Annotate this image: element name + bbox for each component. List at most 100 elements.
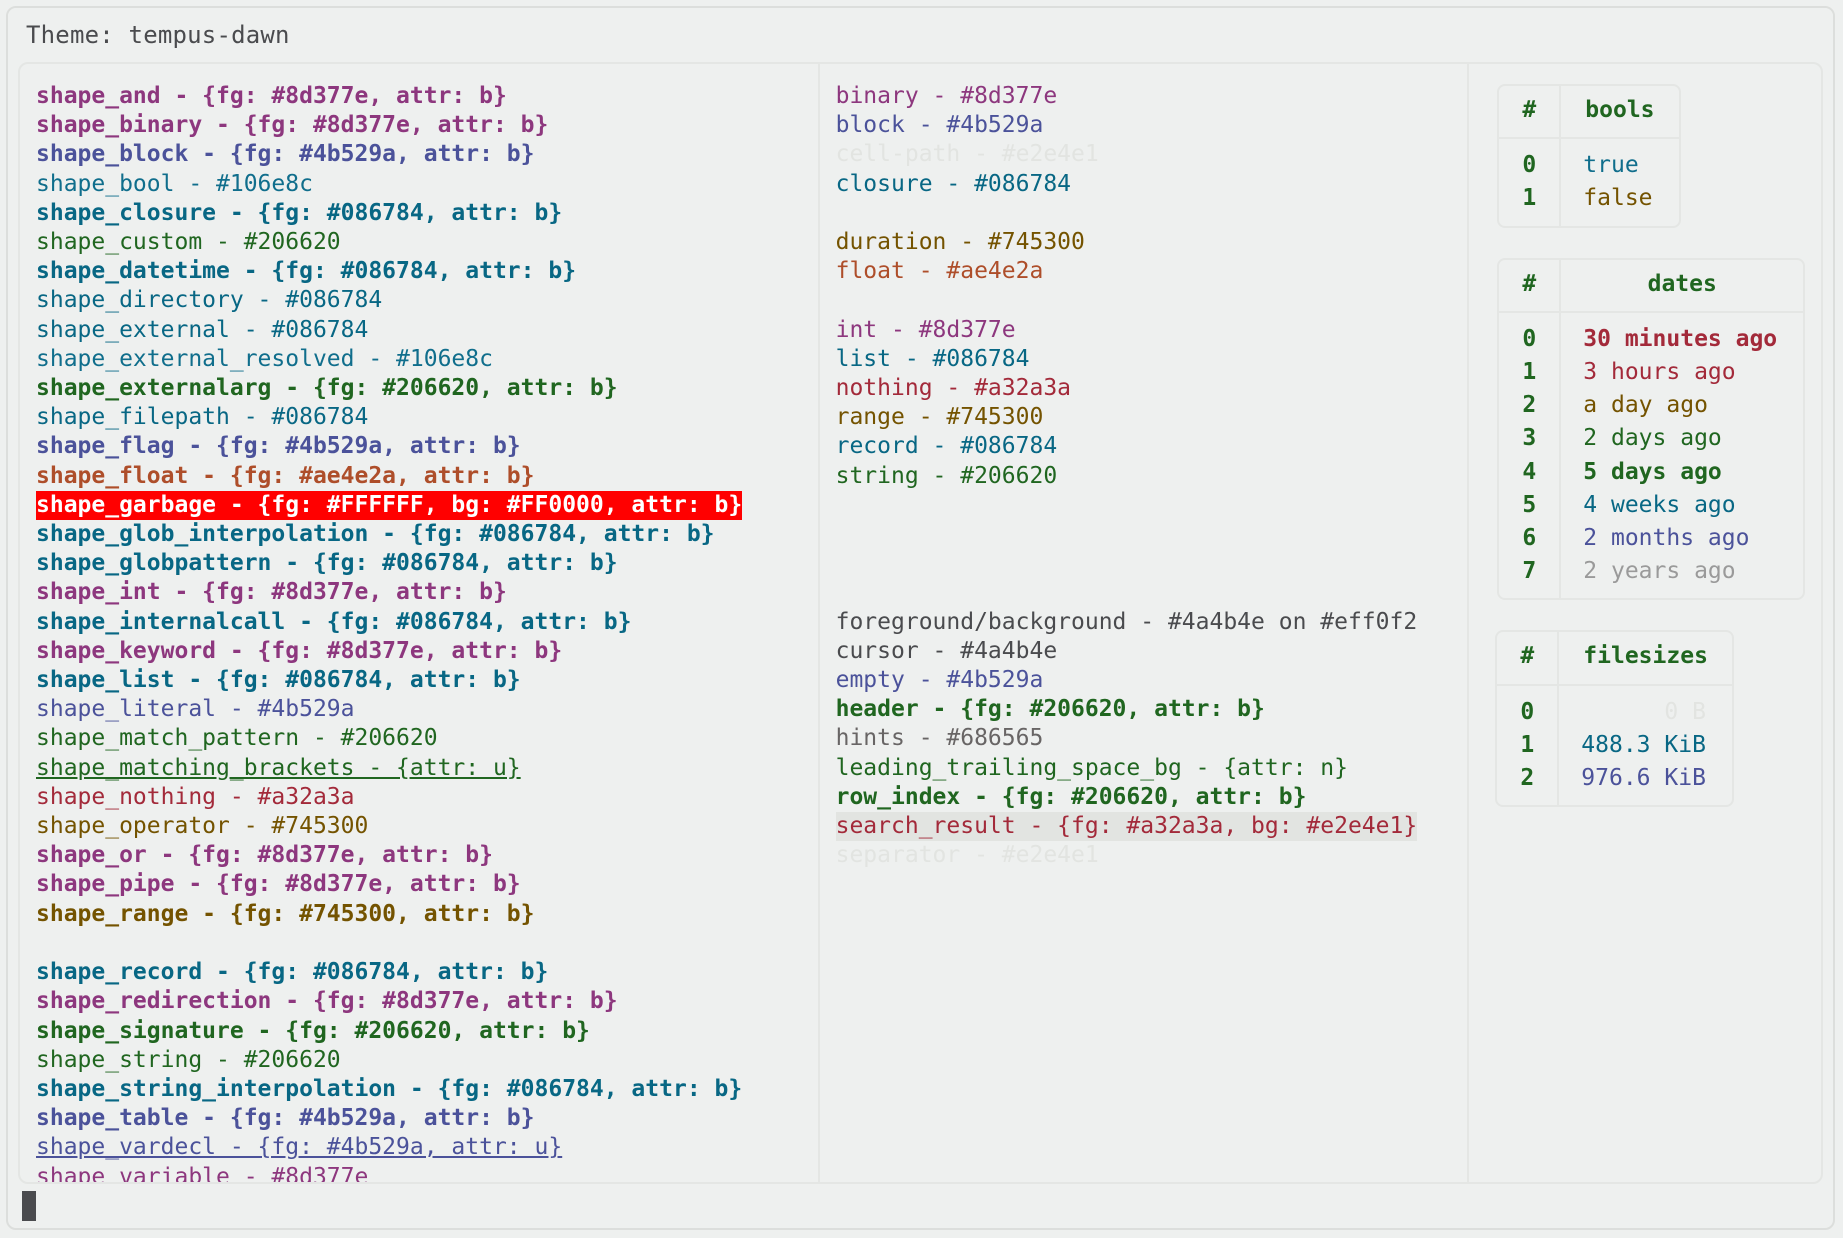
theme-entry-line: shape_block - {fg: #4b529a, attr: b}: [36, 141, 535, 168]
theme-entry-line: shape_external_resolved - #106e8c: [36, 345, 493, 372]
theme-content-area: shape_and - {fg: #8d377e, attr: b} shape_…: [18, 62, 1823, 1184]
cell-bools-value: true: [1583, 152, 1639, 179]
row-index: 0: [1499, 138, 1562, 183]
theme-entry-line: shape_record - {fg: #086784, attr: b}: [36, 959, 549, 986]
cell-dates-value: 30 minutes ago: [1583, 325, 1778, 352]
cell-dates-value: 5 days ago: [1583, 458, 1722, 485]
theme-entry-line: separator - #e2e4e1: [835, 842, 1099, 869]
row-index: 0: [1497, 684, 1560, 729]
column-header-index: #: [1499, 259, 1562, 313]
theme-entry-line: shape_list - {fg: #086784, attr: b}: [36, 667, 521, 694]
cell-filesizes-value: 488.3 KiB: [1581, 731, 1706, 758]
theme-entry-line: shape_table - {fg: #4b529a, attr: b}: [36, 1105, 535, 1132]
theme-entry-line: nothing - #a32a3a: [835, 375, 1072, 402]
theme-entry-line: shape_externalarg - {fg: #206620, attr: …: [36, 375, 618, 402]
theme-entry-line: shape_flag - {fg: #4b529a, attr: b}: [36, 433, 521, 460]
row-index: 1: [1499, 182, 1562, 226]
status-bar: [18, 1186, 318, 1226]
row-index: 6: [1499, 522, 1562, 556]
theme-entry-line: shape_datetime - {fg: #086784, attr: b}: [36, 258, 577, 285]
theme-entry-line: shape_signature - {fg: #206620, attr: b}: [36, 1017, 590, 1044]
theme-entry-line: row_index - {fg: #206620, attr: b}: [835, 783, 1307, 810]
theme-entry-line: shape_and - {fg: #8d377e, attr: b}: [36, 83, 507, 109]
cell-bools-value: false: [1583, 185, 1653, 212]
table-row: 5 4 weeks ago: [1499, 488, 1803, 523]
theme-entry-line: shape_operator - #745300: [36, 813, 369, 840]
cell-filesizes-value: 976.6 KiB: [1581, 765, 1706, 792]
table-row: 6 2 months ago: [1499, 522, 1803, 556]
column-header-bools: bools: [1560, 86, 1679, 140]
theme-entry-line: float - #ae4e2a: [835, 258, 1044, 285]
row-index: 1: [1499, 356, 1562, 390]
theme-entry-line: foreground/background - #4a4b4e on #eff0…: [835, 608, 1418, 635]
theme-entry-line: shape_redirection - {fg: #8d377e, attr: …: [36, 988, 618, 1015]
theme-entry-line: closure - #086784: [835, 170, 1072, 197]
column-header-index: #: [1497, 632, 1560, 686]
cell-dates-value: 2 months ago: [1583, 525, 1750, 552]
cell-dates-value: 3 hours ago: [1583, 359, 1736, 386]
sample-tables-pane: # bools 0 true 1 false # dates 0 30 minutes ago 1 3…: [1469, 64, 1821, 1182]
theme-entry-line: search_result - {fg: #a32a3a, bg: #e2e4e…: [835, 812, 1418, 842]
terminal-cursor: [22, 1191, 36, 1221]
theme-entry-line: block - #4b529a: [835, 112, 1044, 139]
table-row: 0 30 minutes ago: [1499, 311, 1803, 357]
column-header-filesizes: filesizes: [1558, 632, 1732, 686]
theme-entry-line: empty - #4b529a: [835, 667, 1044, 694]
table-row: 4 5 days ago: [1499, 455, 1803, 489]
table-dates: # dates 0 30 minutes ago 1 3 hours ago 2 a day …: [1497, 257, 1806, 601]
theme-entry-line: shape_garbage - {fg: #FFFFFF, bg: #FF000…: [36, 490, 743, 521]
theme-entry-line: shape_range - {fg: #745300, attr: b}: [36, 900, 535, 927]
table-header-row: # dates: [1499, 259, 1804, 313]
cell-dates-value: 2 days ago: [1583, 425, 1722, 452]
table-row: 0 0 B: [1497, 684, 1732, 729]
theme-entry-line: shape_bool - #106e8c: [36, 170, 313, 197]
theme-entry-line: int - #8d377e: [835, 316, 1016, 343]
column-header-dates: dates: [1560, 259, 1804, 313]
theme-entry-line: leading_trailing_space_bg - {attr: n}: [835, 754, 1348, 781]
theme-entry-line: shape_string_interpolation - {fg: #08678…: [36, 1075, 743, 1102]
terminal-window: Theme: tempus-dawn shape_and - {fg: #8d3…: [6, 6, 1835, 1230]
theme-entry-line: shape_filepath - #086784: [36, 404, 369, 431]
theme-entry-line: shape_closure - {fg: #086784, attr: b}: [36, 199, 563, 226]
row-index: 5: [1499, 488, 1562, 523]
cell-dates-value: a day ago: [1583, 392, 1708, 419]
theme-entry-line: shape_keyword - {fg: #8d377e, attr: b}: [36, 637, 563, 664]
table-header-row: # filesizes: [1497, 632, 1732, 686]
row-index: 3: [1499, 422, 1562, 456]
cell-dates-value: 2 years ago: [1583, 558, 1736, 585]
theme-entry-line: shape_variable - #8d377e: [36, 1163, 369, 1182]
row-index: 0: [1499, 311, 1562, 357]
row-index: 7: [1499, 555, 1562, 599]
theme-entry-line: shape_match_pattern - #206620: [36, 725, 438, 752]
row-index: 2: [1499, 389, 1562, 423]
page-title: Theme: tempus-dawn: [26, 21, 290, 49]
theme-entry-line: shape_external - #086784: [36, 316, 369, 343]
table-row: 1 488.3 KiB: [1497, 728, 1732, 763]
theme-entry-line: shape_pipe - {fg: #8d377e, attr: b}: [36, 871, 521, 898]
theme-entry-line: duration - #745300: [835, 229, 1085, 256]
table-header-row: # bools: [1499, 86, 1679, 140]
shapes-pane: shape_and - {fg: #8d377e, attr: b} shape_…: [20, 64, 820, 1182]
table-row: 1 false: [1499, 182, 1678, 226]
table-row: 3 2 days ago: [1499, 422, 1803, 456]
theme-entry-line: shape_globpattern - {fg: #086784, attr: …: [36, 550, 618, 577]
table-row: 2 a day ago: [1499, 389, 1803, 423]
theme-preview-screen: Theme: tempus-dawn shape_and - {fg: #8d3…: [0, 0, 1843, 1238]
theme-entry-line: hints - #686565: [835, 725, 1044, 752]
theme-entry-line: record - #086784: [835, 433, 1058, 460]
theme-entry-line: shape_literal - #4b529a: [36, 696, 355, 723]
theme-entry-line: shape_or - {fg: #8d377e, attr: b}: [36, 842, 493, 869]
theme-entry-line: shape_custom - #206620: [36, 229, 341, 256]
theme-entry-line: binary - #8d377e: [835, 83, 1058, 109]
table-row: 1 3 hours ago: [1499, 356, 1803, 390]
theme-entry-line: shape_matching_brackets - {attr: u}: [36, 754, 521, 781]
table-row: 2 976.6 KiB: [1497, 762, 1732, 806]
theme-entry-line: shape_int - {fg: #8d377e, attr: b}: [36, 579, 507, 606]
theme-entry-line: string - #206620: [835, 462, 1058, 489]
theme-entry-line: list - #086784: [835, 345, 1030, 372]
theme-entry-line: shape_internalcall - {fg: #086784, attr:…: [36, 608, 632, 635]
